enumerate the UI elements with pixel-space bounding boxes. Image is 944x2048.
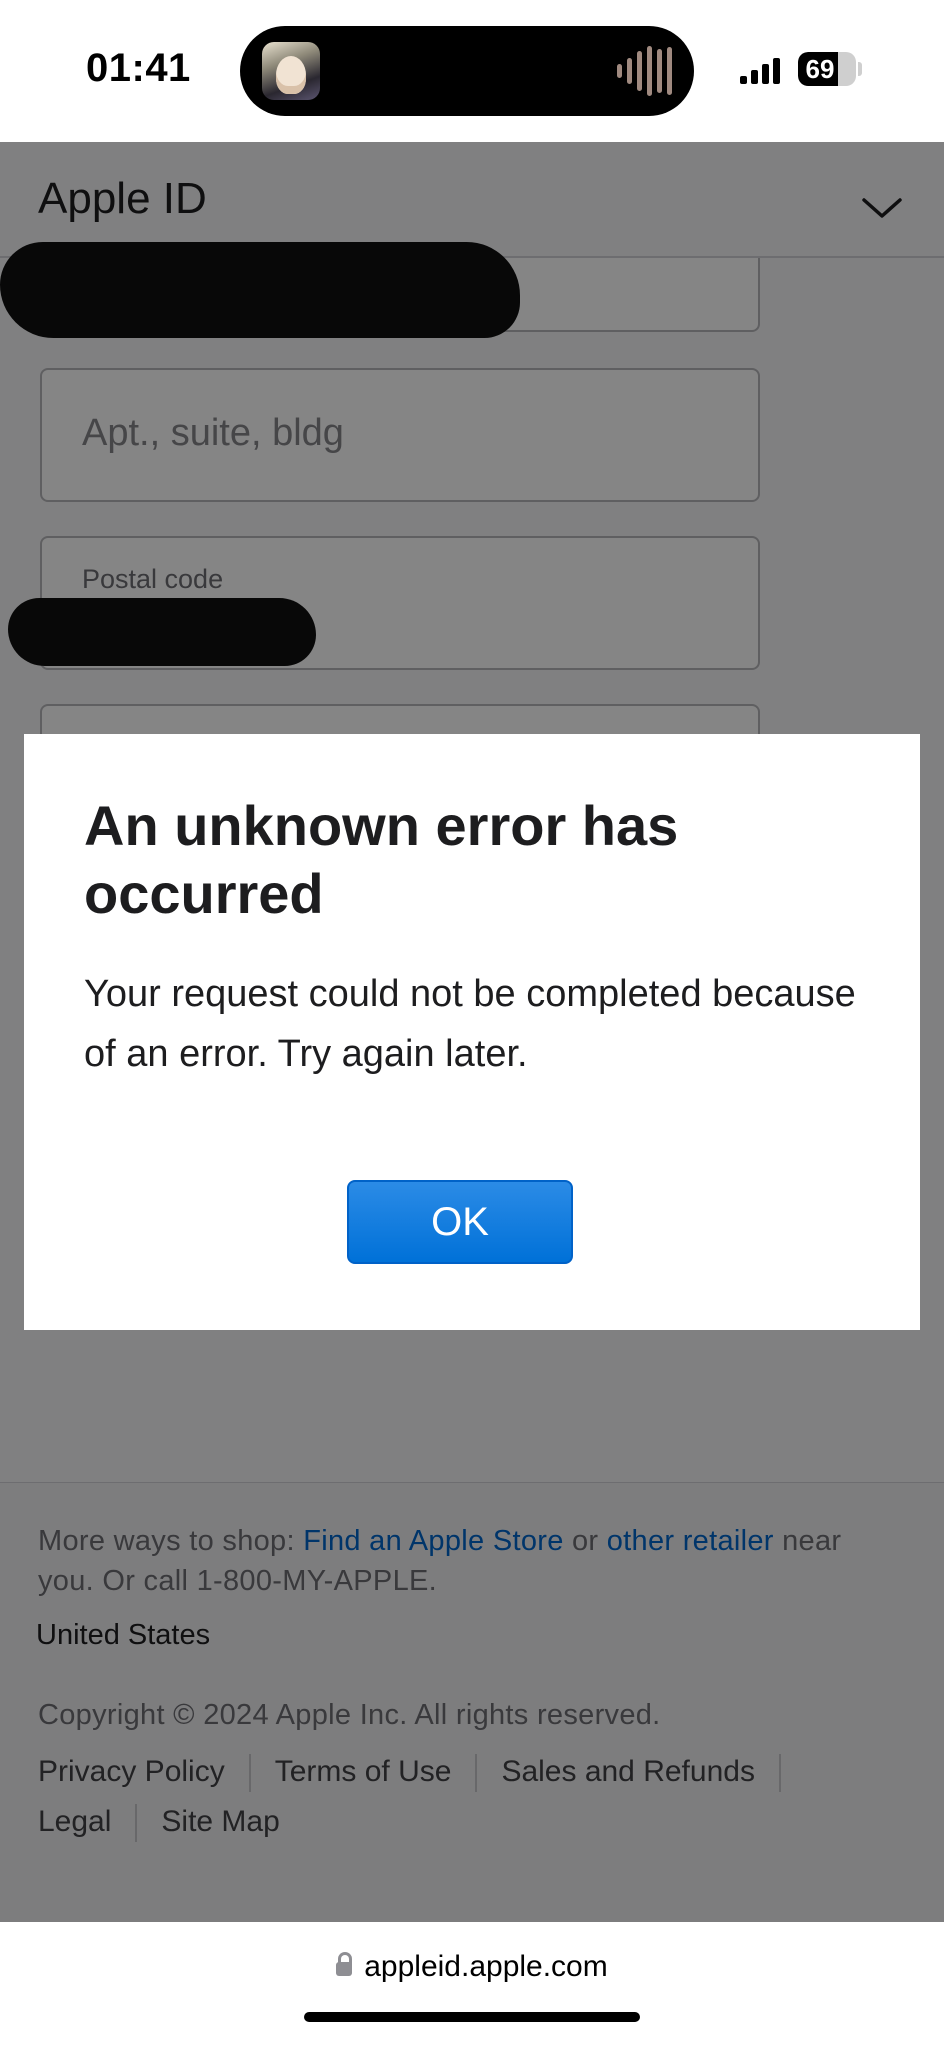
battery-tip: [858, 62, 862, 76]
status-bar: 01:41 69: [0, 0, 944, 142]
cellular-signal-icon: [740, 54, 780, 84]
status-time: 01:41: [86, 46, 191, 90]
dialog-title: An unknown error has occurred: [84, 794, 679, 925]
now-playing-artwork: [262, 42, 320, 100]
dialog-message: Your request could not be completed beca…: [84, 973, 856, 1075]
ok-button[interactable]: OK: [347, 1180, 573, 1264]
home-indicator[interactable]: [304, 2012, 640, 2022]
error-dialog: An unknown error has occurred Your reque…: [24, 734, 920, 1330]
url-text: appleid.apple.com: [364, 1950, 608, 1983]
audio-waveform-icon: [617, 46, 672, 96]
browser-address-bar[interactable]: appleid.apple.com: [0, 1922, 944, 2048]
dynamic-island[interactable]: [240, 26, 694, 116]
battery-percent: 69: [805, 54, 835, 84]
battery-icon: 69: [798, 52, 856, 86]
url-display[interactable]: appleid.apple.com: [0, 1950, 944, 1984]
lock-icon: [336, 1952, 353, 1976]
